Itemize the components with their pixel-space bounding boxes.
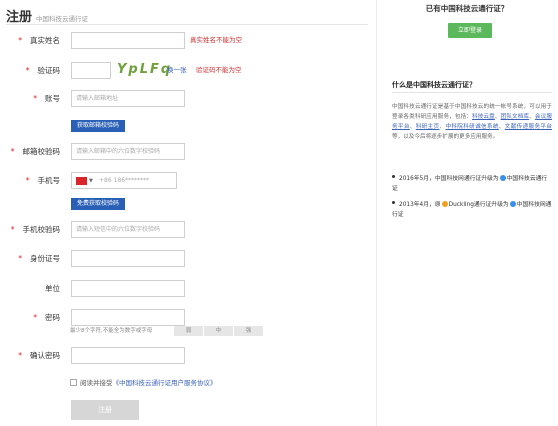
id-number-label: * 身份证号 <box>18 254 60 263</box>
captcha-refresh-link[interactable]: 换一张 <box>167 62 187 79</box>
real-name-input[interactable] <box>71 32 185 49</box>
register-button[interactable]: 注册 <box>71 400 139 420</box>
about-text: 中国科技云通行证是基于中国科技云的统一帐号系统，可以用于登录各类科研应用服务，包… <box>392 104 552 140</box>
phone-input[interactable]: ▼ +86 186******** <box>71 172 177 189</box>
email-code-row: * 邮箱校验码 请输入邮箱中的六位数字校验码 <box>0 143 370 160</box>
phone-code-row: * 手机校验码 请输入短信中的六位数字校验码 <box>0 221 370 238</box>
link-team-docs[interactable]: 团队文档库 <box>501 114 530 120</box>
agreement: 阅读并接受《中国科技云通行证用户服务协议》 <box>70 378 217 388</box>
captcha-label: * 验证码 <box>25 66 60 75</box>
agreement-link[interactable]: 《中国科技云通行证用户服务协议》 <box>113 379 217 387</box>
password-strength: 最少8个字符,不能全为数字或字母 弱 中 强 <box>70 326 263 336</box>
agreement-checkbox[interactable] <box>70 379 77 386</box>
confirm-password-label: * 确认密码 <box>18 351 60 360</box>
duckling-logo-icon <box>441 201 448 207</box>
header-divider <box>6 24 368 25</box>
organization-label: 单位 <box>45 284 60 293</box>
email-code-input[interactable]: 请输入邮箱中的六位数字校验码 <box>71 143 185 160</box>
existing-account-question: 已有中国科技云通行证？ <box>425 4 509 13</box>
news-item: 2016年5月，中国科技网通行证升级为 中国科技云通行证 <box>392 175 548 192</box>
account-row: * 账号 请输入邮箱地址 <box>0 90 370 107</box>
confirm-password-input[interactable] <box>71 347 185 364</box>
about-title: 什么是中国科技云通行证？ <box>392 81 476 89</box>
captcha-image[interactable]: YpLFq <box>117 61 172 79</box>
strength-weak: 弱 <box>174 326 203 336</box>
account-label: * 账号 <box>33 94 60 103</box>
chevron-down-icon[interactable]: ▼ <box>89 175 93 187</box>
password-row: * 密码 <box>0 309 370 326</box>
link-research-homepage[interactable]: 科研主页 <box>416 124 440 130</box>
link-doc-delivery[interactable]: 文献传递服务平台 <box>505 124 552 130</box>
organization-row: 单位 <box>0 280 370 297</box>
link-integrity-system[interactable]: 中科院科研诚信系统 <box>445 124 498 130</box>
page-subtitle: 中国科技云通行证 <box>36 15 89 23</box>
organization-input[interactable] <box>71 280 185 297</box>
cstcloud-logo-icon <box>499 175 506 181</box>
phone-value: +86 186******** <box>99 177 150 184</box>
page-title: 注册 <box>6 10 33 25</box>
real-name-error: 真实姓名不能为空 <box>190 36 242 44</box>
bullet-icon <box>392 201 395 204</box>
login-button[interactable]: 立即登录 <box>448 23 492 38</box>
password-input[interactable] <box>71 309 185 326</box>
confirm-password-row: * 确认密码 <box>0 347 370 364</box>
news-item: 2013年4月，原 Duckling通行证升级为 中国科技网通行证 <box>392 201 552 218</box>
id-number-input[interactable] <box>71 250 185 267</box>
cstnet-logo-icon <box>509 201 516 207</box>
link-cloud-disk[interactable]: 科技云盘 <box>472 114 495 120</box>
china-flag-icon[interactable] <box>76 177 87 185</box>
column-divider <box>376 0 377 426</box>
about-divider <box>392 92 552 93</box>
password-label: * 密码 <box>33 313 60 322</box>
phone-label: * 手机号 <box>25 176 60 185</box>
account-input[interactable]: 请输入邮箱地址 <box>71 90 185 107</box>
real-name-label: * 真实姓名 <box>18 36 60 45</box>
email-code-label: * 邮箱校验码 <box>10 147 60 156</box>
strength-medium: 中 <box>204 326 233 336</box>
strength-strong: 强 <box>234 326 263 336</box>
phone-row: * 手机号 ▼ +86 186******** <box>0 172 370 189</box>
captcha-error: 验证码不能为空 <box>196 66 242 74</box>
phone-code-input[interactable]: 请输入短信中的六位数字校验码 <box>71 221 185 238</box>
phone-code-label: * 手机校验码 <box>10 225 60 234</box>
get-email-code-button[interactable]: 获取邮箱校验码 <box>71 120 126 132</box>
captcha-row: * 验证码 YpLFq 换一张 验证码不能为空 <box>0 62 370 79</box>
captcha-input[interactable] <box>71 62 111 79</box>
password-hint: 最少8个字符,不能全为数字或字母 <box>70 328 153 334</box>
agreement-prefix: 阅读并接受 <box>80 379 113 387</box>
bullet-icon <box>392 175 395 178</box>
id-number-row: * 身份证号 <box>0 250 370 267</box>
real-name-row: * 真实姓名 真实姓名不能为空 <box>0 32 370 49</box>
page-header: 注册 中国科技云通行证 <box>6 6 88 25</box>
get-sms-code-button[interactable]: 免费获取校验码 <box>71 198 126 210</box>
